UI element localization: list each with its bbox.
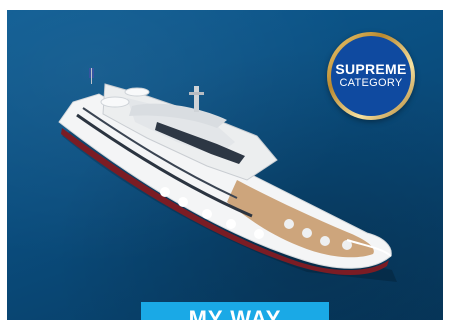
product-card[interactable]: SUPREME CATEGORY MY WAY	[7, 10, 443, 320]
badge-subtitle: CATEGORY	[339, 77, 403, 89]
badge-inner: SUPREME CATEGORY	[331, 36, 411, 116]
badge-title: SUPREME	[335, 61, 407, 77]
supreme-category-badge: SUPREME CATEGORY	[327, 32, 415, 120]
my-way-button[interactable]: MY WAY	[141, 302, 329, 320]
